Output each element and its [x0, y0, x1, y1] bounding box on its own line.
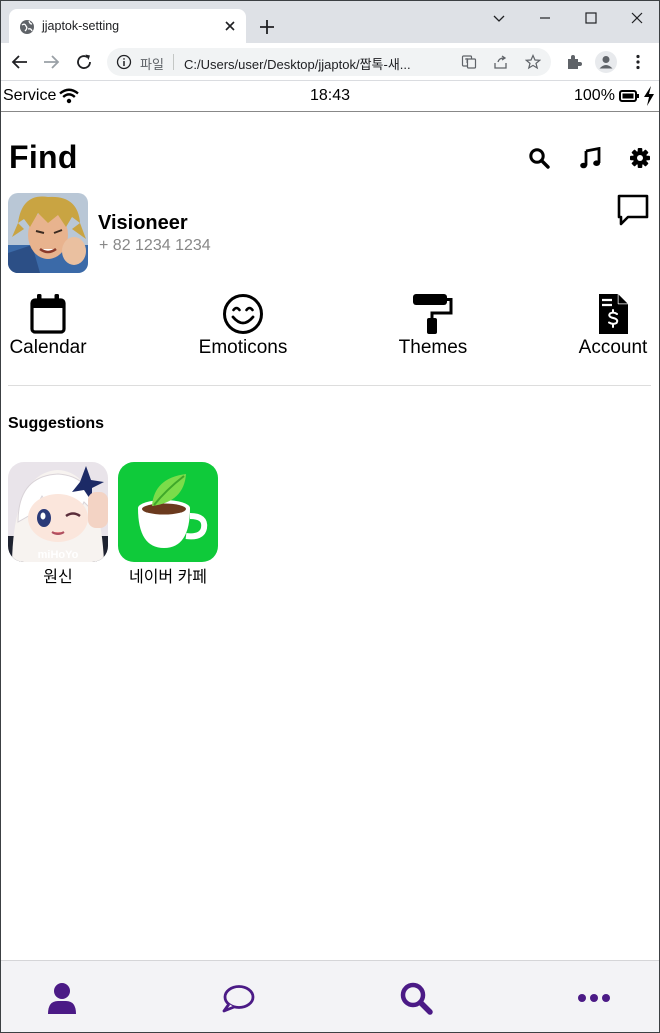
gear-icon[interactable] [629, 147, 651, 169]
extensions-icon[interactable] [565, 53, 583, 71]
new-tab-icon[interactable] [258, 18, 276, 36]
close-icon[interactable] [222, 18, 238, 34]
browser-tab[interactable]: jjaptok-setting [9, 9, 246, 43]
svg-text:miHoYo: miHoYo [38, 549, 79, 561]
calendar-icon [30, 294, 66, 334]
search-icon[interactable] [399, 981, 433, 1015]
profile-photo [8, 193, 88, 273]
avatar[interactable] [8, 193, 88, 273]
window-close-icon[interactable] [627, 8, 647, 28]
profile-avatar-button[interactable] [595, 51, 617, 73]
feature-emoticons[interactable]: Emoticons [193, 293, 293, 358]
divider [173, 54, 174, 70]
reload-icon[interactable] [75, 53, 93, 71]
minimize-icon[interactable] [535, 8, 555, 28]
more-icon[interactable] [577, 981, 611, 1015]
status-bar: Service 18:43 100% [1, 82, 659, 112]
music-icon[interactable] [579, 147, 601, 169]
browser-window: jjaptok-setting 파일 C:/Users/user/Desktop… [0, 0, 660, 1033]
suggested-app-genshin[interactable]: miHoYo 원신 [8, 462, 108, 587]
profile-phone: + 82 1234 1234 [99, 237, 211, 254]
back-arrow-icon[interactable] [11, 53, 29, 71]
user-icon [599, 56, 613, 69]
feature-label: Account [578, 337, 648, 358]
smile-icon [223, 294, 263, 334]
feature-label: Calendar [9, 337, 87, 358]
invoice-dollar-icon [599, 294, 628, 334]
url-text[interactable]: C:/Users/user/Desktop/jjaptok/짭톡-새... [184, 54, 411, 73]
user-icon[interactable] [45, 981, 79, 1015]
section-title: Suggestions [8, 415, 105, 432]
app-name: 원신 [43, 569, 73, 586]
star-icon[interactable] [525, 54, 541, 70]
app-name: 네이버 카페 [128, 569, 208, 586]
battery-icon [619, 90, 639, 102]
maximize-icon[interactable] [581, 8, 601, 28]
feature-label: Themes [398, 337, 468, 358]
address-bar[interactable]: 파일 C:/Users/user/Desktop/jjaptok/짭톡-새... [107, 48, 551, 76]
feature-calendar[interactable]: Calendar [8, 293, 88, 358]
feature-account[interactable]: Account [573, 293, 653, 358]
naver-cafe-app-icon [118, 462, 218, 562]
feature-label: Emoticons [198, 337, 288, 358]
page-title: Find [9, 139, 78, 175]
paint-roller-icon [413, 294, 453, 334]
scheme-label: 파일 [140, 57, 164, 72]
charging-bolt-icon [644, 86, 654, 106]
suggested-app-naver-cafe[interactable]: 네이버 카페 [118, 462, 218, 587]
feature-themes[interactable]: Themes [393, 293, 473, 358]
divider [8, 385, 651, 386]
chat-icon[interactable] [221, 981, 255, 1015]
status-time: 18:43 [309, 87, 351, 104]
battery-percent: 100% [574, 87, 615, 104]
browser-toolbar: 파일 C:/Users/user/Desktop/jjaptok/짭톡-새... [1, 43, 659, 81]
chat-bubble-icon[interactable] [616, 193, 650, 227]
tab-title: jjaptok-setting [42, 19, 120, 33]
profile-name: Visioneer [98, 212, 188, 234]
forward-arrow-icon[interactable] [42, 53, 60, 71]
chevron-down-icon[interactable] [489, 8, 509, 28]
genshin-app-icon: miHoYo [8, 462, 108, 562]
globe-icon [20, 20, 34, 34]
bottom-nav [1, 960, 659, 1032]
info-icon[interactable] [116, 54, 132, 70]
share-icon[interactable] [493, 54, 509, 70]
tab-bar: jjaptok-setting [1, 1, 659, 43]
translate-icon[interactable] [461, 54, 477, 70]
kebab-menu-icon[interactable] [629, 53, 647, 71]
search-icon[interactable] [528, 147, 550, 169]
